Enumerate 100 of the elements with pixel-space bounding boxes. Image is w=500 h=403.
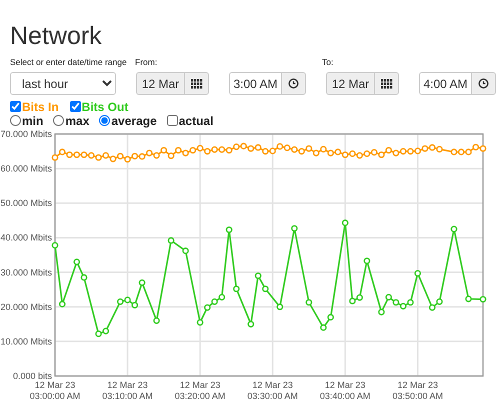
point [73,151,80,158]
y-axis-label: 0.000 bits [12,371,52,381]
point [465,296,472,302]
point [73,258,80,266]
point [58,148,66,156]
x-axis-label: 12 Mar 23 03:40:00 AM [320,380,370,401]
point [211,146,218,153]
calendar-button[interactable] [374,72,399,95]
point [116,298,124,305]
point [436,298,443,305]
calendar-button[interactable] [184,72,209,95]
point [168,237,174,244]
checkbox[interactable] [70,101,81,112]
point [428,304,436,311]
page-title: Network [10,21,103,50]
point [269,148,276,154]
point [52,154,58,161]
point [218,146,226,153]
point [226,146,232,154]
point [233,286,240,292]
point [291,146,298,153]
option-label: average [111,114,157,128]
point [196,144,204,152]
option-label: min [22,114,44,128]
point [414,148,422,154]
point [248,320,254,328]
point [465,148,472,156]
point [80,274,88,281]
checkbox[interactable] [10,101,21,112]
point [334,148,342,156]
point [284,144,290,152]
y-axis-label: 40.000 Mbits [0,232,52,243]
point [291,225,298,232]
point [349,298,356,304]
point [407,148,414,155]
point [356,294,363,301]
x-axis-label: 12 Mar 23 03:10:00 AM [102,380,153,401]
point [80,151,88,158]
point [131,302,138,308]
date-field[interactable]: 12 Mar [326,72,374,95]
date-field[interactable]: 12 Mar [136,72,184,95]
radio-button[interactable] [53,115,64,126]
range-dropdown[interactable]: last hour [10,72,116,95]
point [306,145,312,152]
point [153,152,160,159]
point [472,144,480,150]
point [102,328,110,334]
point [58,300,66,308]
x-axis-label: 12 Mar 23 03:00:00 AM [30,380,80,401]
point [138,279,146,286]
from-label: From: [135,56,158,66]
x-axis-label: 12 Mar 23 03:30:00 AM [247,380,298,401]
point [356,152,363,159]
time-field[interactable]: 3:00 AM [229,72,281,95]
point [226,226,232,234]
point [262,148,269,155]
point [436,146,443,153]
point [392,299,400,306]
series-toggle-label: Bits In [22,100,59,114]
radio-button[interactable] [99,115,110,126]
point [190,146,196,154]
point [102,152,110,159]
point [233,143,240,150]
point [458,148,465,156]
option-label: actual [178,114,214,128]
point [52,242,58,249]
point [204,148,211,155]
clock-button[interactable] [471,72,496,95]
x-axis-label: 12 Mar 23 03:50:00 AM [392,380,443,401]
point [400,148,407,155]
clock-icon [288,78,299,89]
y-axis-label: 50.000 Mbits [0,198,52,208]
point [254,272,262,280]
point [327,314,334,321]
point [320,146,327,153]
point [349,150,356,158]
clock-icon [478,78,489,89]
point [342,151,348,158]
point [153,317,160,324]
point [262,286,269,292]
range-label: Select or enter date/time range [10,56,128,66]
point [168,152,174,160]
point [138,153,146,160]
point [110,156,116,162]
clock-button[interactable] [281,72,306,95]
radio-button[interactable] [10,115,21,126]
time-field[interactable]: 4:00 AM [419,72,471,95]
checkbox[interactable] [166,115,178,126]
point [312,150,320,156]
point [276,304,284,310]
point [407,299,414,306]
point [248,145,254,152]
series-toggle-label: Bits Out [82,100,128,114]
point [428,144,436,151]
point [95,154,102,161]
point [116,152,124,160]
point [306,299,312,306]
point [320,324,327,331]
point [218,294,226,300]
calendar-icon [190,78,202,88]
